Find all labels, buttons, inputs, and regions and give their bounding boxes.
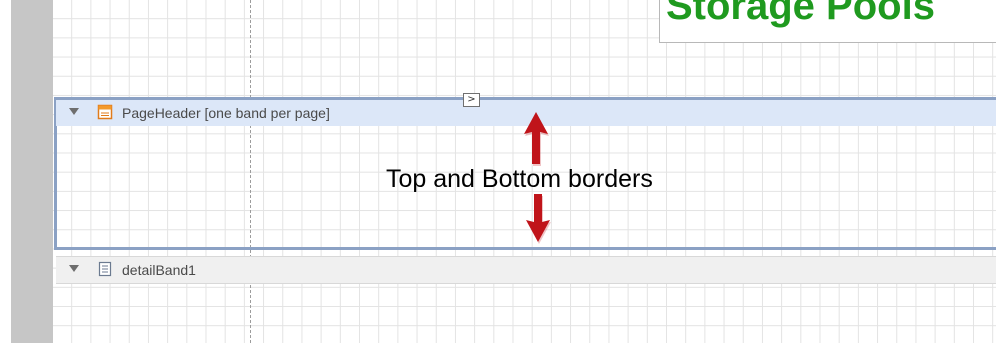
arrow-up-icon xyxy=(524,112,549,166)
arrow-down-icon xyxy=(526,194,551,244)
left-gutter xyxy=(0,0,11,343)
borders-annotation: Top and Bottom borders xyxy=(386,165,653,193)
detail-band-header[interactable]: detailBand1 xyxy=(56,256,996,284)
smart-tag-button[interactable]: > xyxy=(463,93,480,107)
detail-band-icon xyxy=(98,261,112,277)
report-title-text: Storage Pools xyxy=(666,0,935,28)
collapse-caret-icon[interactable] xyxy=(69,265,79,272)
collapse-caret-icon[interactable] xyxy=(69,108,79,115)
page-header-band-icon xyxy=(97,104,113,120)
vertical-ruler xyxy=(11,0,53,343)
report-title-label[interactable]: Storage Pools xyxy=(659,0,996,43)
detail-band-label: detailBand1 xyxy=(122,262,196,278)
page-header-band-label: PageHeader [one band per page] xyxy=(122,105,330,121)
